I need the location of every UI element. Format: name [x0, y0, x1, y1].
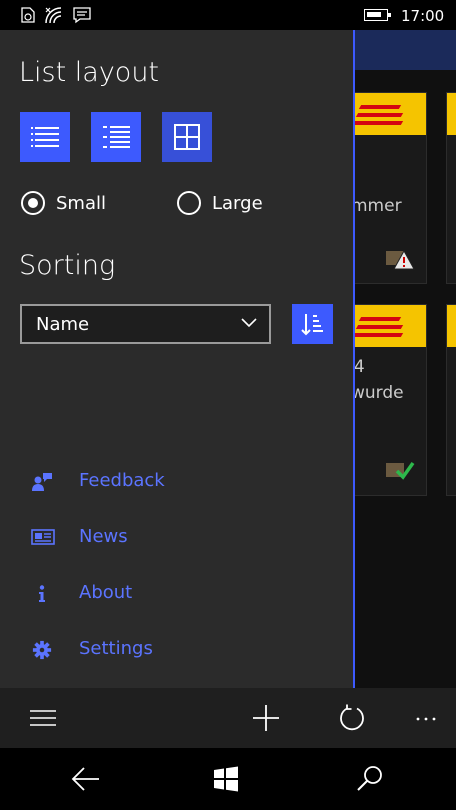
shipment-card[interactable] [446, 92, 456, 284]
list-large-icon [103, 126, 130, 148]
dhl-logo [447, 93, 456, 135]
hamburger-menu-button[interactable] [20, 688, 66, 748]
ellipsis-icon [416, 717, 436, 721]
more-options-button[interactable] [404, 688, 448, 748]
status-bar: 17:00 [0, 0, 456, 30]
hamburger-icon [30, 710, 56, 726]
add-button[interactable] [244, 688, 288, 748]
system-nav-bar [0, 748, 456, 810]
battery-icon [364, 9, 391, 21]
sort-selected-value: Name [36, 314, 90, 335]
nav-feedback-label: Feedback [79, 470, 165, 491]
info-icon [39, 585, 45, 602]
layout-grid-button[interactable] [162, 112, 212, 162]
refresh-icon [340, 704, 364, 731]
sort-direction-button[interactable] [292, 304, 333, 344]
delivered-icon [386, 461, 415, 480]
shipment-card[interactable] [446, 304, 456, 496]
layout-list-large-button[interactable] [91, 112, 141, 162]
app-bar [0, 688, 456, 748]
size-large-radio[interactable] [177, 191, 201, 215]
nav-about[interactable]: About [0, 574, 353, 614]
list-layout-heading: List layout [19, 57, 160, 88]
nav-settings-label: Settings [79, 638, 153, 659]
nav-news-label: News [79, 526, 128, 547]
nav-feedback[interactable]: Feedback [0, 462, 353, 502]
feedback-icon [32, 473, 52, 491]
chevron-down-icon [241, 318, 257, 328]
nav-settings[interactable]: Settings [0, 630, 353, 670]
plus-icon [253, 705, 279, 731]
refresh-button[interactable] [330, 688, 374, 748]
sorting-heading: Sorting [19, 250, 116, 281]
size-large-label: Large [212, 193, 263, 214]
warning-icon [386, 249, 415, 270]
news-icon [31, 529, 55, 545]
back-arrow-icon[interactable] [71, 766, 101, 792]
card-line2: wurde [351, 383, 404, 403]
pane-edge [353, 30, 355, 688]
nav-about-label: About [79, 582, 133, 603]
gear-icon [32, 640, 52, 660]
location-icon [21, 7, 35, 23]
sort-dropdown[interactable]: Name [20, 304, 271, 344]
search-icon[interactable] [356, 764, 384, 792]
wifi-icon [45, 7, 62, 24]
windows-start-icon[interactable] [213, 766, 239, 792]
app-header [354, 30, 456, 70]
list-small-icon [31, 127, 59, 147]
sort-ascending-icon [301, 314, 323, 336]
layout-list-small-button[interactable] [20, 112, 70, 162]
card-line2: mmer [351, 196, 402, 216]
dhl-logo [447, 305, 456, 347]
clock: 17:00 [401, 7, 445, 25]
grid-icon [174, 124, 200, 150]
message-icon [73, 7, 91, 24]
nav-news[interactable]: News [0, 518, 353, 558]
size-small-radio[interactable] [21, 191, 45, 215]
size-small-label: Small [56, 193, 106, 214]
